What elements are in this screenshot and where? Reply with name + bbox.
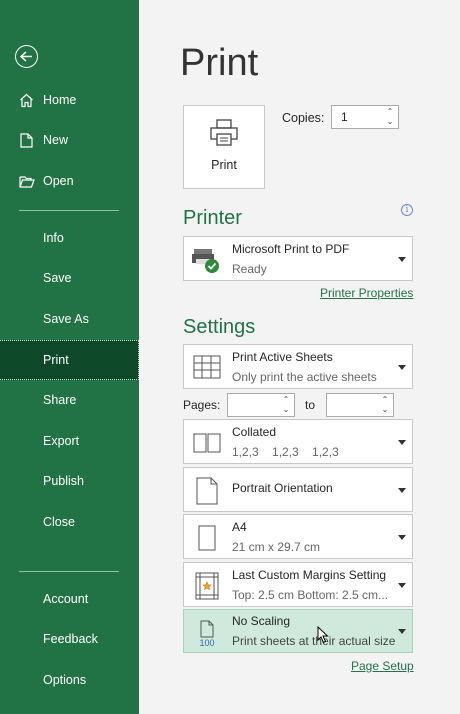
chevron-down-icon (398, 257, 406, 262)
back-arrow-icon[interactable] (15, 45, 38, 68)
printer-section-title: Printer (183, 207, 242, 229)
orientation-dropdown[interactable]: Portrait Orientation (183, 467, 413, 512)
chevron-down-icon (398, 629, 406, 634)
pages-from-stepper[interactable]: ⌃ ⌄ (227, 393, 295, 417)
sidebar-item-label: Share (43, 393, 77, 407)
sidebar-item-publish[interactable]: Publish (0, 461, 139, 501)
chevron-down-icon (398, 583, 406, 588)
new-document-icon (0, 132, 43, 148)
sidebar-item-label: Home (43, 93, 77, 107)
orientation-title: Portrait Orientation (232, 481, 333, 495)
chevron-down-icon (398, 440, 406, 445)
portrait-page-icon (188, 472, 226, 510)
margins-subtitle: Top: 2.5 cm Bottom: 2.5 cm... (232, 588, 389, 602)
print-button-label: Print (211, 158, 237, 172)
margins-title: Last Custom Margins Setting (232, 568, 387, 582)
print-what-subtitle: Only print the active sheets (232, 370, 377, 384)
collation-title: Collated (232, 425, 277, 439)
copies-stepper[interactable]: 1 ⌃ ⌄ (331, 105, 399, 129)
copies-label: Copies: (282, 111, 325, 125)
sidebar-item-export[interactable]: Export (0, 421, 139, 461)
sidebar-item-label: Publish (43, 474, 84, 488)
mouse-cursor-icon (317, 625, 329, 649)
sidebar-item-print[interactable]: Print (0, 340, 139, 380)
open-folder-icon (0, 175, 43, 188)
sidebar-item-label: Save (43, 271, 72, 285)
info-icon[interactable]: i (401, 204, 413, 216)
collation-subtitle: 1,2,3 1,2,3 1,2,3 (232, 445, 339, 459)
scaling-subtitle: Print sheets at their actual size (232, 634, 396, 648)
chevron-down-icon[interactable]: ⌄ (380, 405, 390, 415)
sidebar-item-close[interactable]: Close (0, 502, 139, 542)
printer-icon (209, 119, 239, 152)
scaling-icon-label: 100 (199, 637, 215, 648)
print-what-title: Print Active Sheets (232, 350, 333, 364)
sidebar-item-home[interactable]: Home (0, 80, 139, 120)
sidebar-item-label: Open (43, 174, 74, 188)
chevron-down-icon (398, 535, 406, 540)
page-setup-link[interactable]: Page Setup (351, 659, 414, 673)
page-title: Print (180, 42, 259, 84)
chevron-down-icon[interactable]: ⌄ (385, 117, 395, 127)
pages-label: Pages: (183, 398, 221, 412)
printer-status: Ready (232, 262, 267, 276)
paper-size-icon (188, 519, 226, 557)
pages-to-label: to (305, 398, 316, 412)
home-icon (0, 93, 43, 108)
chevron-up-icon[interactable]: ⌃ (281, 395, 291, 405)
active-sheets-icon (188, 349, 226, 387)
sidebar-item-account[interactable]: Account (0, 579, 139, 619)
settings-section-title: Settings (183, 316, 256, 338)
scaling-title: No Scaling (232, 614, 291, 628)
custom-margins-icon (188, 567, 226, 605)
sidebar-item-label: Close (43, 515, 75, 529)
sidebar-item-save[interactable]: Save (0, 258, 139, 298)
sidebar-divider (19, 210, 119, 211)
printer-name: Microsoft Print to PDF (232, 242, 350, 256)
paper-size-dropdown[interactable]: A4 21 cm x 29.7 cm (183, 514, 413, 559)
sidebar-item-feedback[interactable]: Feedback (0, 619, 139, 659)
pages-to-stepper[interactable]: ⌃ ⌄ (326, 393, 394, 417)
print-what-dropdown[interactable]: Print Active Sheets Only print the activ… (183, 344, 413, 389)
chevron-down-icon (398, 365, 406, 370)
sidebar-item-label: New (43, 133, 69, 147)
backstage-sidebar: Home New Open Info Save Save As Print Sh… (0, 0, 139, 714)
margins-dropdown[interactable]: Last Custom Margins Setting Top: 2.5 cm … (183, 562, 413, 607)
sidebar-item-info[interactable]: Info (0, 218, 139, 258)
printer-ready-icon (188, 241, 226, 279)
collation-dropdown[interactable]: Collated 1,2,3 1,2,3 1,2,3 (183, 419, 413, 464)
sidebar-item-label: Options (43, 673, 87, 687)
copies-value: 1 (341, 110, 348, 124)
sidebar-item-label: Feedback (43, 632, 98, 646)
sidebar-item-label: Export (43, 434, 80, 448)
print-button[interactable]: Print (183, 105, 265, 189)
scaling-dropdown[interactable]: 100 No Scaling Print sheets at their act… (183, 609, 413, 653)
sidebar-item-share[interactable]: Share (0, 380, 139, 420)
sidebar-item-new[interactable]: New (0, 120, 139, 160)
chevron-down-icon (398, 488, 406, 493)
printer-properties-link[interactable]: Printer Properties (320, 286, 413, 300)
sidebar-item-open[interactable]: Open (0, 161, 139, 201)
sidebar-divider (19, 571, 119, 572)
printer-dropdown[interactable]: Microsoft Print to PDF Ready (183, 236, 413, 281)
chevron-down-icon[interactable]: ⌄ (281, 405, 291, 415)
sidebar-item-options[interactable]: Options (0, 660, 139, 700)
paper-size-subtitle: 21 cm x 29.7 cm (232, 540, 321, 554)
chevron-up-icon[interactable]: ⌃ (385, 107, 395, 117)
collated-pages-icon (188, 424, 226, 462)
sidebar-item-label: Save As (43, 312, 89, 326)
chevron-up-icon[interactable]: ⌃ (380, 395, 390, 405)
sidebar-item-save-as[interactable]: Save As (0, 299, 139, 339)
sidebar-item-label: Info (43, 231, 64, 245)
sidebar-item-label: Account (43, 592, 89, 606)
no-scaling-icon: 100 (188, 614, 226, 652)
paper-size-title: A4 (232, 520, 247, 534)
sidebar-item-label: Print (43, 353, 69, 367)
